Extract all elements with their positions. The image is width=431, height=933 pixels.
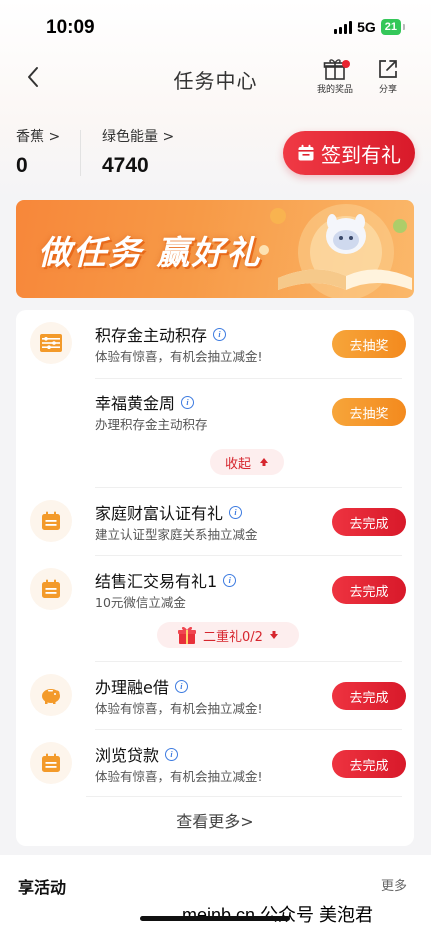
gift-icon <box>178 626 197 644</box>
task-item: 积存金主动积存 i 体验有惊喜，有机会抽立减金! 去抽奖 <box>16 310 414 376</box>
task-desc: 体验有惊喜，有机会抽立减金! <box>95 701 263 716</box>
promo-banner[interactable]: 做任务 赢好礼 <box>16 200 414 298</box>
banana-points-value: 0 <box>16 154 28 177</box>
my-prize-button[interactable]: 我的奖品 <box>313 58 357 95</box>
my-prize-label: 我的奖品 <box>316 85 353 95</box>
status-bar: 10:09 5G 21 <box>0 0 431 52</box>
task-desc: 10元微信立减金 <box>95 595 186 610</box>
see-more-link[interactable]: 查看更多> <box>16 808 414 832</box>
task-item: 办理融e借 i 体验有惊喜，有机会抽立减金! 去完成 <box>16 662 414 728</box>
watermark: meinb.cn 公众号 美泡君 <box>182 905 374 925</box>
task-desc: 办理积存金主动积存 <box>95 417 208 432</box>
task-title: 办理融e借 i <box>95 674 188 698</box>
info-icon[interactable]: i <box>213 327 227 341</box>
task-action-button[interactable]: 去完成 <box>332 750 406 778</box>
home-indicator <box>140 916 290 921</box>
share-button[interactable]: 分享 <box>366 58 410 95</box>
task-action-button[interactable]: 去抽奖 <box>332 330 406 358</box>
task-item: 浏览贷款 i 体验有惊喜，有机会抽立减金! 去完成 <box>16 730 414 796</box>
abacus-icon <box>30 322 72 364</box>
arrow-up-icon <box>260 458 268 466</box>
task-action-button[interactable]: 去抽奖 <box>332 398 406 426</box>
collapse-button[interactable]: 收起 <box>210 449 284 475</box>
banner-title: 做任务 赢好礼 <box>38 233 262 272</box>
status-indicators: 5G 21 <box>334 19 406 35</box>
green-energy-points[interactable]: 绿色能量 > 4740 <box>102 126 174 178</box>
section-title: 享活动 <box>18 878 67 897</box>
task-item: 结售汇交易有礼1 i 10元微信立减金 去完成 <box>16 556 414 622</box>
task-desc: 建立认证型家庭关系抽立减金 <box>95 527 258 542</box>
task-list: 积存金主动积存 i 体验有惊喜，有机会抽立减金! 去抽奖 幸福黄金周 i 办理积存金… <box>16 310 414 846</box>
info-icon[interactable]: i <box>181 395 195 409</box>
share-icon <box>379 60 397 78</box>
task-desc: 体验有惊喜，有机会抽立减金! <box>95 769 263 784</box>
status-time: 10:09 <box>46 17 95 38</box>
nav-bar: 任务中心 我的奖品 分享 <box>0 52 431 104</box>
collapse-label: 收起 <box>224 456 251 472</box>
task-item: 家庭财富认证有礼 i 建立认证型家庭关系抽立减金 去完成 <box>16 488 414 554</box>
points-divider <box>80 130 81 176</box>
task-title: 幸福黄金周 i <box>95 390 195 414</box>
checkin-label: 签到有礼 <box>321 142 401 167</box>
bonus-progress[interactable]: 二重礼0/2 <box>157 622 299 648</box>
calendar-icon <box>298 144 314 161</box>
green-energy-value: 4740 <box>102 154 149 177</box>
battery-level: 21 <box>384 21 397 33</box>
task-title: 结售汇交易有礼1 i <box>95 568 237 592</box>
banana-points-label: 香蕉 <box>16 129 44 145</box>
info-icon[interactable]: i <box>223 573 237 587</box>
notification-dot <box>342 60 350 68</box>
calendar-icon <box>30 500 72 542</box>
calendar-icon <box>30 742 72 784</box>
task-title: 浏览贷款 i <box>95 742 179 766</box>
divider <box>86 796 402 797</box>
calendar-icon <box>30 568 72 610</box>
checkin-button[interactable]: 签到有礼 <box>283 131 415 175</box>
task-action-button[interactable]: 去完成 <box>332 508 406 536</box>
task-title: 积存金主动积存 i <box>95 322 227 346</box>
signal-icon <box>334 20 353 34</box>
divider <box>95 378 402 379</box>
info-icon[interactable]: i <box>165 747 179 761</box>
section-more-link[interactable]: 更多 <box>381 875 407 894</box>
task-action-button[interactable]: 去完成 <box>332 576 406 604</box>
arrow-down-icon <box>269 631 278 639</box>
bonus-label: 二重礼0/2 <box>203 629 263 645</box>
share-label: 分享 <box>378 85 397 95</box>
task-title: 家庭财富认证有礼 i <box>95 500 243 524</box>
green-energy-label: 绿色能量 <box>102 129 158 145</box>
piggy-bank-icon <box>30 674 72 716</box>
info-icon[interactable]: i <box>174 679 188 693</box>
network-type: 5G <box>357 19 376 35</box>
points-summary: 香蕉 > 0 绿色能量 > 4740 签到有礼 <box>0 126 431 186</box>
task-item: 幸福黄金周 i 办理积存金主动积存 去抽奖 <box>16 380 414 446</box>
battery-icon: 21 <box>380 19 406 35</box>
task-action-button[interactable]: 去完成 <box>332 682 406 710</box>
task-desc: 体验有惊喜，有机会抽立减金! <box>95 349 263 364</box>
banana-points[interactable]: 香蕉 > 0 <box>16 126 60 178</box>
info-icon[interactable]: i <box>229 505 243 519</box>
